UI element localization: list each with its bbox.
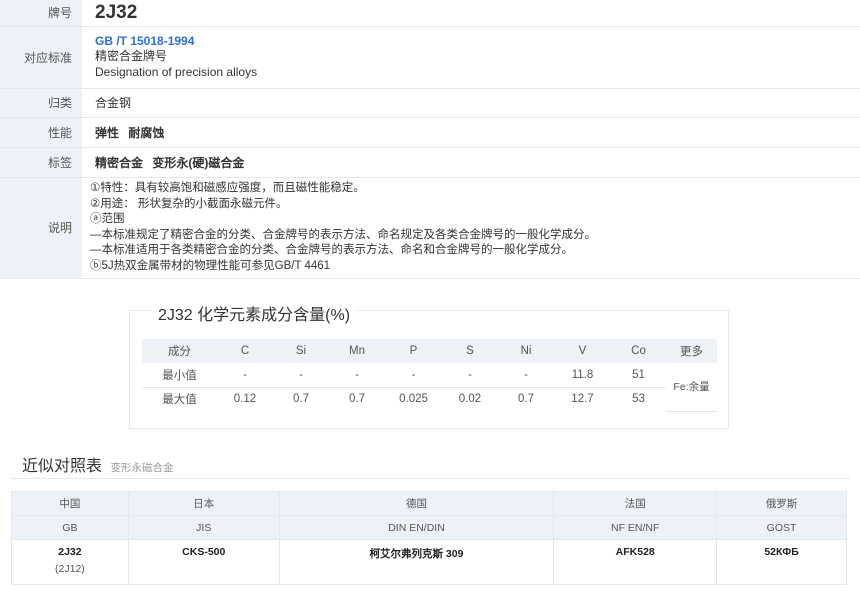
- country-row: 中国 日本 德国 法国 俄罗斯: [11, 491, 847, 516]
- category-value: 合金钢: [82, 88, 860, 118]
- comp-cell: -: [498, 363, 554, 388]
- equivalents-table: 中国 日本 德国 法国 俄罗斯 GB JIS DIN EN/DIN NF EN/…: [11, 491, 847, 585]
- grade-value: 2J32: [95, 1, 138, 23]
- grade-label: 牌号: [0, 0, 82, 27]
- comp-cell: 0.7: [518, 393, 534, 406]
- country-cell: 德国: [278, 491, 555, 516]
- comp-header-cell: Ni: [498, 339, 554, 363]
- more-button[interactable]: 更多: [666, 339, 717, 363]
- standard-cell: DIN EN/DIN: [278, 515, 555, 540]
- comp-cell: -: [385, 363, 442, 388]
- comp-cell: 最小值: [142, 363, 217, 388]
- equivalents-title: 近似对照表: [22, 458, 103, 475]
- country-cell: 俄罗斯: [716, 491, 847, 516]
- category-label: 归类: [0, 88, 82, 118]
- property-corrosion: 耐腐蚀: [128, 125, 165, 140]
- description-row: 说明 ①特性：具有较高饱和磁感应强度，而且磁性能稳定。 ②用途： 形状复杂的小截…: [0, 177, 860, 279]
- grade-equivalent-row: 2J32 (2J12) CKS-500 柯艾尔弗列克斯 309 AFK528 5…: [11, 539, 847, 585]
- comp-cell: 0.7: [349, 393, 365, 406]
- equivalent-grade-link[interactable]: 柯艾尔弗列克斯 309: [370, 548, 464, 560]
- comp-header-cell: Mn: [329, 339, 385, 363]
- standard-name-cn: 精密合金牌号: [95, 49, 168, 64]
- standard-cell: NF EN/NF: [553, 515, 718, 540]
- country-cell: 中国: [11, 491, 129, 516]
- comp-header-cell: S: [442, 339, 498, 363]
- equivalents-heading: 近似对照表 变形永磁合金: [22, 452, 173, 476]
- country-cell: 法国: [553, 491, 718, 516]
- composition-header-row: 成分 C Si Mn P S Ni V Co 更多: [142, 339, 717, 363]
- tag-permanent-magnet[interactable]: 变形永(硬)磁合金: [152, 156, 244, 170]
- comp-header-cell: C: [217, 339, 273, 363]
- comp-cell: 0.12: [233, 393, 257, 406]
- desc-line: ⓑ5J热双金属带材的物理性能可参见GB/T 4461: [90, 259, 331, 272]
- desc-line: ①特性：具有较高饱和磁感应强度，而且磁性能稳定。: [90, 182, 365, 194]
- comp-cell: -: [329, 363, 385, 388]
- property-label: 性能: [0, 117, 82, 148]
- section-divider: [10, 478, 850, 479]
- comp-cell: -: [273, 363, 329, 388]
- composition-min-row: 最小值 - - - - - - 11.8 51 Fe:余量: [142, 363, 717, 412]
- equivalent-grade-link[interactable]: 52КФБ: [764, 546, 798, 558]
- standard-cell: JIS: [127, 515, 280, 540]
- equivalent-grade-link[interactable]: CKS-500: [182, 546, 225, 558]
- comp-cell: 0.7: [293, 393, 309, 406]
- equivalent-grade-link[interactable]: AFK528: [616, 546, 655, 558]
- desc-line: ⓐ范围: [90, 213, 125, 225]
- comp-cell: 最大值: [162, 394, 197, 407]
- equivalent-grade-link[interactable]: 2J32: [58, 546, 81, 558]
- standard-cell: GB: [11, 515, 129, 540]
- tag-row: 标签 精密合金 变形永(硬)磁合金: [0, 147, 860, 178]
- property-row: 性能 弹性 耐腐蚀: [0, 117, 860, 148]
- tag-precision-alloy[interactable]: 精密合金: [95, 156, 143, 170]
- comp-cell: 0.025: [399, 393, 428, 406]
- comp-header-cell: V: [554, 339, 611, 363]
- standard-row: GB JIS DIN EN/DIN NF EN/NF GOST: [11, 515, 847, 540]
- standard-label: 对应标准: [0, 26, 82, 89]
- composition-card: 成分 C Si Mn P S Ni V Co 更多 最小值 - - - - - …: [129, 310, 729, 429]
- comp-header-cell: P: [385, 339, 442, 363]
- standard-cell: GOST: [716, 515, 847, 540]
- comp-cell: 12.7: [571, 393, 594, 406]
- description-label: 说明: [0, 177, 82, 279]
- balance-cell: Fe:余量: [666, 363, 717, 412]
- grade-row: 牌号 2J32: [0, 0, 860, 27]
- comp-cell: 53: [632, 393, 645, 406]
- comp-header-cell: Co: [611, 339, 666, 363]
- tag-label: 标签: [0, 147, 82, 178]
- comp-cell: 11.8: [554, 363, 611, 388]
- equivalent-grade-alt: (2J12): [55, 563, 85, 575]
- composition-max-row: 最大值 0.12 0.7 0.7 0.025 0.02 0.7 12.7 53: [142, 387, 717, 411]
- comp-cell: -: [442, 363, 498, 388]
- desc-line: ②用途： 形状复杂的小截面永磁元件。: [90, 197, 288, 210]
- composition-title: 2J32 化学元素成分含量(%): [152, 301, 357, 325]
- comp-cell: 0.02: [458, 393, 482, 406]
- property-elastic: 弹性: [95, 125, 120, 140]
- comp-cell: -: [217, 363, 273, 388]
- standard-name-en: Designation of precision alloys: [95, 64, 258, 79]
- alloy-info-table: 牌号 2J32 对应标准 GB /T 15018-1994 精密合金牌号 Des…: [0, 0, 860, 279]
- country-cell: 日本: [127, 491, 280, 516]
- comp-cell: 51: [611, 363, 666, 388]
- desc-line: —本标准适用于各类精密合金的分类、合金牌号的表示方法、命名和合金牌号的一般化学成…: [90, 244, 573, 256]
- standard-row: 对应标准 GB /T 15018-1994 精密合金牌号 Designation…: [0, 26, 860, 89]
- composition-table: 成分 C Si Mn P S Ni V Co 更多 最小值 - - - - - …: [142, 339, 717, 412]
- comp-header-cell: 成分: [142, 339, 217, 363]
- standard-code-link[interactable]: GB /T 15018-1994: [95, 34, 860, 50]
- desc-line: —本标准规定了精密合金的分类、合金牌号的表示方法、命名规定及各类合金牌号的一般化…: [90, 228, 596, 241]
- equivalents-subtitle: 变形永磁合金: [110, 462, 174, 474]
- category-row: 归类 合金钢: [0, 88, 860, 118]
- comp-header-cell: Si: [273, 339, 329, 363]
